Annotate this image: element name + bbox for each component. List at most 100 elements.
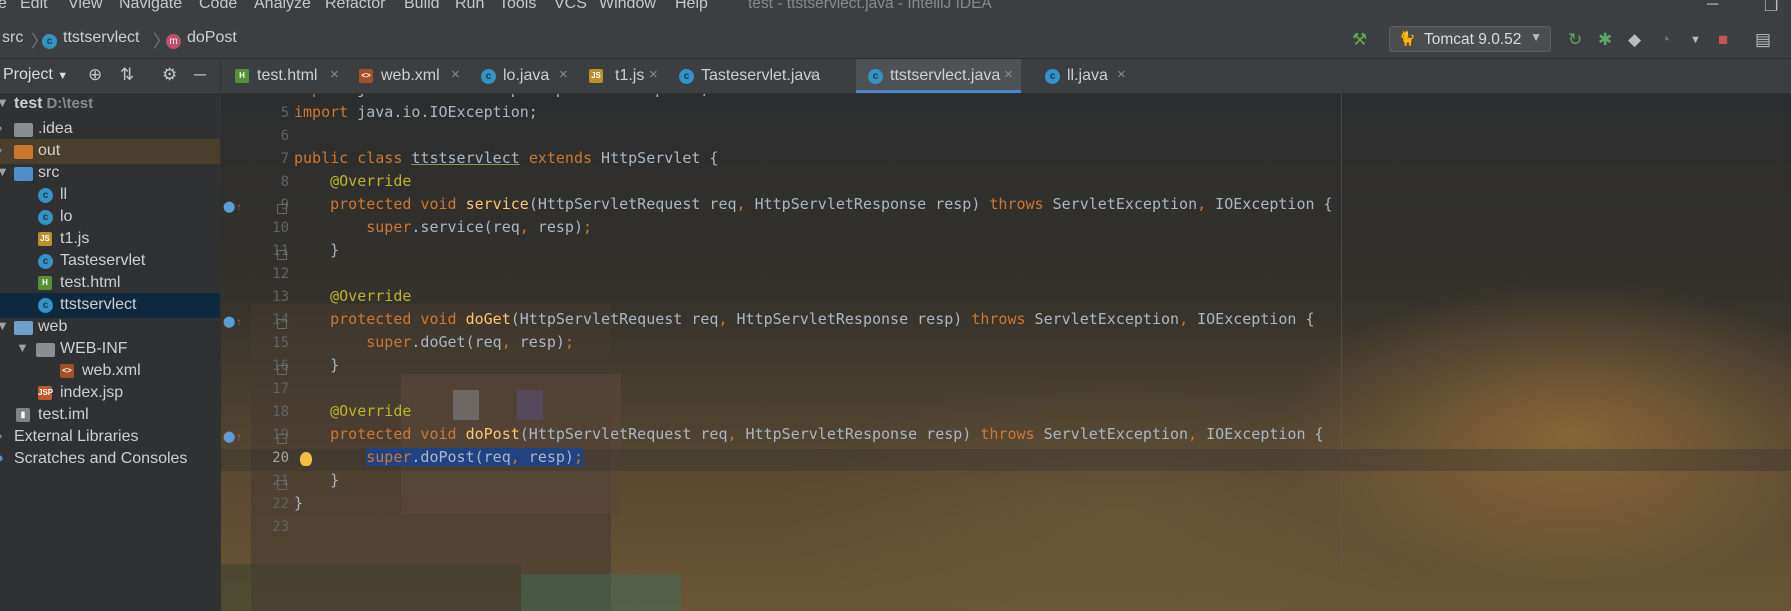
menu-file[interactable]: e xyxy=(0,0,7,13)
restore-icon[interactable]: ❐ xyxy=(1764,0,1778,14)
tab-web-xml[interactable]: <> web.xml × xyxy=(347,59,469,93)
breadcrumb-method[interactable]: m doPost xyxy=(166,29,237,49)
close-icon[interactable]: × xyxy=(451,66,460,83)
close-icon[interactable]: × xyxy=(1004,66,1013,83)
tab-tasteservlet-java[interactable]: c Tasteservlet.java × xyxy=(667,59,827,93)
tree-item-label: WEB-INF xyxy=(60,340,128,357)
tab-test-html[interactable]: H test.html × xyxy=(221,59,347,93)
excluded-folder-icon xyxy=(14,145,33,159)
tab-t1-js[interactable]: JS t1.js × xyxy=(577,59,667,93)
menu-analyze[interactable]: Analyze xyxy=(254,0,311,13)
run-config-select[interactable]: 🐈 Tomcat 9.0.52 ▼ xyxy=(1389,26,1551,52)
close-icon[interactable]: × xyxy=(330,66,339,83)
menu-build[interactable]: Build xyxy=(404,0,440,13)
menu-tools[interactable]: Tools xyxy=(499,0,536,13)
chevron-down-icon: ▼ xyxy=(1530,30,1542,44)
tree-item-label: ttstservlect xyxy=(60,296,137,313)
stop-icon[interactable]: ■ xyxy=(1718,30,1728,50)
fold-icon[interactable] xyxy=(277,480,287,490)
menu-view[interactable]: View xyxy=(68,0,102,13)
locate-icon[interactable]: ⊕ xyxy=(88,65,102,85)
class-icon: c xyxy=(1045,69,1060,84)
fold-icon[interactable] xyxy=(277,204,287,214)
project-structure-icon[interactable]: ▤ xyxy=(1755,30,1771,50)
code-line: protected void doGet(HttpServletRequest … xyxy=(330,310,1315,328)
tree-item-label: t1.js xyxy=(60,230,90,247)
line-number: 10 xyxy=(272,220,289,236)
close-icon[interactable]: × xyxy=(809,66,818,83)
project-tree: ▼ testD:\test › .idea › out ▼ src c ll c… xyxy=(0,94,221,611)
fold-icon[interactable] xyxy=(277,250,287,260)
minimize-icon[interactable]: ─ xyxy=(1707,0,1718,14)
fold-icon[interactable] xyxy=(277,365,287,375)
hide-icon[interactable]: ─ xyxy=(194,65,206,85)
breadcrumb-class-label: ttstservlect xyxy=(63,29,140,46)
iml-file-icon: ▮ xyxy=(16,408,30,422)
background-wallpaper xyxy=(517,390,543,420)
editor-gutter[interactable]: 4 5 6 7 8 9 10 11 12 13 14 15 16 17 18 1… xyxy=(221,94,289,611)
menu-help[interactable]: Help xyxy=(675,0,708,13)
collapse-all-icon[interactable]: ⇅ xyxy=(120,65,134,85)
menu-window[interactable]: Window xyxy=(599,0,656,13)
close-icon[interactable]: × xyxy=(1117,66,1126,83)
web-folder-icon xyxy=(14,321,33,335)
fold-icon[interactable] xyxy=(277,319,287,329)
run-config-label: Tomcat 9.0.52 xyxy=(1424,31,1522,48)
tab-ll-java[interactable]: c ll.java × xyxy=(1033,59,1133,93)
coverage-icon[interactable]: ◆ xyxy=(1628,30,1641,50)
menu-edit[interactable]: Edit xyxy=(20,0,48,13)
collapsed-arrow-icon: › xyxy=(0,142,2,157)
background-wallpaper xyxy=(521,574,681,611)
menu-navigate[interactable]: Navigate xyxy=(119,0,182,13)
code-line: } xyxy=(294,241,340,259)
navigation-bar: src 〉 c ttstservlect 〉 m doPost ⚒ 🐈 Tomcat… xyxy=(0,14,1791,59)
background-wallpaper xyxy=(453,390,479,420)
code-line: import java.io.IOException; xyxy=(294,103,538,121)
menu-run[interactable]: Run xyxy=(455,0,484,13)
tree-item-label: out xyxy=(38,142,61,159)
profile-icon[interactable]: ◔ xyxy=(1660,30,1670,50)
tab-ttstservlect-java[interactable]: c ttstservlect.java × xyxy=(856,59,1021,93)
code-line: } xyxy=(294,494,304,512)
line-number: 13 xyxy=(272,289,289,305)
close-icon[interactable]: × xyxy=(559,66,568,83)
close-icon[interactable]: × xyxy=(649,66,658,83)
js-file-icon: JS xyxy=(38,232,52,246)
code-editor[interactable]: 4 5 6 7 8 9 10 11 12 13 14 15 16 17 18 1… xyxy=(221,94,1791,611)
menu-refactor[interactable]: Refactor xyxy=(325,0,385,13)
tree-item-test[interactable]: ▼ testD:\test xyxy=(0,94,220,117)
tree-item-label: ll xyxy=(60,186,68,203)
code-line: @Override xyxy=(330,172,412,190)
line-number: 6 xyxy=(280,128,289,144)
rerun-icon[interactable]: ↻ xyxy=(1568,30,1582,50)
expanded-arrow-icon: ▼ xyxy=(0,95,9,110)
tab-lo-java[interactable]: c lo.java × xyxy=(469,59,577,93)
code-line: } xyxy=(294,356,340,374)
more-run-icon[interactable]: ▼ xyxy=(1690,34,1701,46)
line-number: 17 xyxy=(272,381,289,397)
menu-code[interactable]: Code xyxy=(199,0,237,13)
override-marker-icon[interactable]: ⬤↑ xyxy=(223,315,241,328)
debug-icon[interactable]: ✱ xyxy=(1598,30,1612,50)
fold-icon[interactable] xyxy=(277,434,287,444)
breadcrumb-src[interactable]: src xyxy=(2,29,23,47)
override-marker-icon[interactable]: ⬤↑ xyxy=(223,430,241,443)
collapsed-arrow-icon: › xyxy=(0,120,2,135)
project-view-selector[interactable]: Project ▼ xyxy=(3,66,68,84)
tree-item-scratches[interactable]: ● Scratches and Consoles xyxy=(0,447,220,472)
tree-item-label: Scratches and Consoles xyxy=(14,450,188,467)
menu-vcs[interactable]: VCS xyxy=(554,0,587,13)
line-number: 22 xyxy=(272,496,289,512)
xml-file-icon: <> xyxy=(359,69,373,83)
build-hammer-icon[interactable]: ⚒ xyxy=(1352,30,1367,50)
line-number: 8 xyxy=(280,174,289,190)
tree-item-label: .idea xyxy=(38,120,73,137)
gear-icon[interactable]: ⚙ xyxy=(162,65,177,85)
tab-label: web.xml xyxy=(381,67,440,84)
tree-item-label: lo xyxy=(60,208,73,225)
override-marker-icon[interactable]: ⬤↑ xyxy=(223,200,241,213)
breadcrumb-class[interactable]: c ttstservlect xyxy=(42,29,139,49)
code-line: protected void doPost(HttpServletRequest… xyxy=(330,425,1324,443)
code-line: @Override xyxy=(330,287,412,305)
right-margin-guide xyxy=(1341,94,1342,611)
